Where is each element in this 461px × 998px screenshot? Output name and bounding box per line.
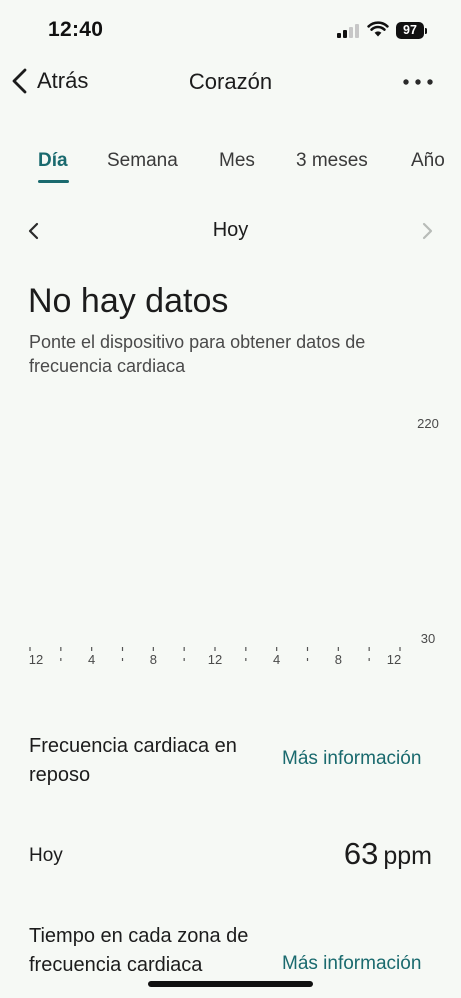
next-day-button[interactable]	[415, 219, 439, 243]
status-time: 12:40	[48, 18, 104, 41]
status-bar: 12:40 97	[0, 0, 461, 60]
tab-dia[interactable]: Día	[38, 150, 68, 172]
resting-hr-unit: ppm	[383, 842, 432, 870]
x-tick-label: 8	[150, 652, 157, 667]
period-tabs: Día Semana Mes 3 meses Año	[0, 148, 461, 188]
x-tick-label: 4	[273, 652, 280, 667]
current-date-label: Hoy	[212, 219, 249, 241]
tab-mes[interactable]: Mes	[219, 150, 255, 172]
tab-ano[interactable]: Año	[411, 150, 445, 172]
date-navigator: Hoy	[0, 214, 461, 248]
x-tick-label: 12	[29, 652, 43, 667]
x-tick-label: 12	[208, 652, 222, 667]
resting-hr-value: 63 ppm	[344, 836, 432, 872]
x-tick-label: 8	[335, 652, 342, 667]
tab-3-meses[interactable]: 3 meses	[296, 150, 368, 172]
hr-zones-more-info-link[interactable]: Más información	[282, 953, 421, 975]
page-title: Corazón	[188, 69, 273, 94]
today-label: Hoy	[29, 845, 63, 866]
home-indicator	[148, 981, 313, 987]
cellular-signal-icon	[337, 23, 361, 38]
y-tick-label: 30	[421, 631, 435, 646]
hr-zones-title: Tiempo en cada zona de frecuencia cardia…	[29, 925, 249, 976]
empty-state-title: No hay datos	[28, 282, 229, 320]
resting-hr-number: 63	[343, 836, 379, 871]
active-tab-indicator	[38, 180, 69, 183]
battery-icon: 97	[396, 22, 427, 39]
nav-bar: Atrás Corazón	[0, 60, 461, 104]
tab-semana[interactable]: Semana	[107, 150, 178, 172]
battery-level: 97	[396, 22, 424, 39]
heart-rate-chart: 220 30 12 4 8 12 4 8 12	[29, 416, 439, 667]
resting-hr-title: Frecuencia cardiaca en reposo	[29, 735, 237, 786]
x-tick-label: 12	[387, 652, 401, 667]
y-tick-label: 220	[417, 416, 439, 431]
wifi-icon	[367, 21, 389, 37]
resting-hr-more-info-link[interactable]: Más información	[282, 748, 421, 770]
more-options-icon[interactable]	[400, 70, 436, 94]
empty-state-message: Ponte el dispositivo para obtener datos …	[29, 332, 366, 376]
x-tick-label: 4	[88, 652, 95, 667]
